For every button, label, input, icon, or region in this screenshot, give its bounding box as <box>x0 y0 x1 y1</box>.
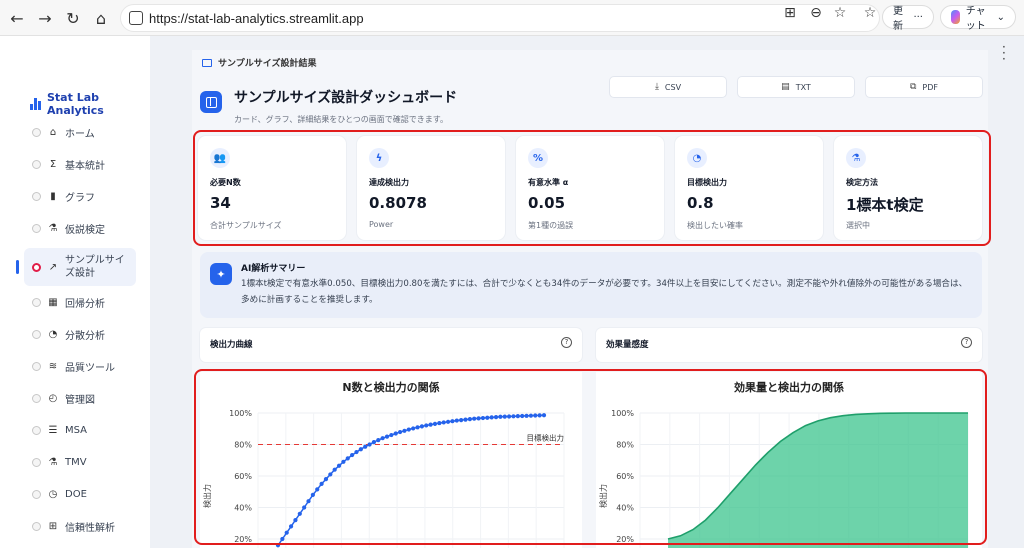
radio-icon <box>32 329 41 339</box>
favorite-star-icon[interactable]: ☆ <box>830 5 850 23</box>
copy-icon: ⧉ <box>909 82 917 92</box>
download-pdf-button[interactable]: ⧉ PDF <box>865 76 983 98</box>
address-bar[interactable]: https://stat-lab-analytics.streamlit.app <box>120 4 880 32</box>
sidebar-item-3[interactable]: ⚗ 仮説検定 <box>24 220 136 236</box>
sliders-icon: ☰ <box>48 424 58 436</box>
radio-icon <box>32 521 41 531</box>
sidebar-item-11[interactable]: ◷ DOE <box>24 486 136 502</box>
radio-icon <box>32 191 41 201</box>
dashboard-icon <box>200 91 222 113</box>
highlight-box-charts <box>194 369 987 545</box>
flask-icon: ⚗ <box>48 222 58 234</box>
radio-icon <box>32 425 41 435</box>
split-view-icon[interactable]: ⊞ <box>780 5 800 23</box>
copilot-chat-button[interactable]: チャット ⌄ <box>940 5 1016 32</box>
grid-icon: ▦ <box>48 296 58 308</box>
sidebar-item-4[interactable]: ↗ サンプルサイズ設計 <box>24 248 136 286</box>
radio-icon <box>32 297 41 307</box>
gauge-icon: ◔ <box>48 328 58 340</box>
download-icon: ⤓ <box>654 82 659 92</box>
home-browser-icon[interactable]: ⌂ <box>90 7 112 29</box>
copilot-icon <box>951 10 960 24</box>
ai-summary-text: 1標本t検定で有意水準0.050、目標検出力0.80を満たすには、合計で少なくと… <box>241 279 965 305</box>
section-tab: サンプルサイズ設計結果 <box>202 56 316 69</box>
download-txt-button[interactable]: ▤ TXT <box>737 76 855 98</box>
sidebar-item-9[interactable]: ☰ MSA <box>24 422 136 438</box>
highlight-box-metrics <box>193 130 991 246</box>
browser-toolbar: ← → ↻ ⌂ https://stat-lab-analytics.strea… <box>0 0 1024 36</box>
brand: Stat Lab Analytics <box>30 91 150 117</box>
radio-icon <box>32 393 41 403</box>
sidebar-item-0[interactable]: ⌂ ホーム <box>24 124 136 140</box>
radio-icon <box>32 262 41 272</box>
effect-size-tab[interactable]: 効果量感度 ? <box>596 328 982 362</box>
more-options-icon[interactable]: · · · <box>1002 41 1006 65</box>
ai-summary-title: AI解析サマリー <box>241 264 306 274</box>
ai-sparkle-icon: ✦ <box>210 263 232 285</box>
page-title: サンプルサイズ設計ダッシュボード <box>234 90 458 106</box>
page-subtitle: カード、グラフ、詳細結果をひとつの画面で確認できます。 <box>234 115 448 124</box>
quality-chart-icon: ≋ <box>48 360 58 372</box>
clock-icon: ◷ <box>48 488 58 500</box>
bar-chart-logo-icon <box>30 98 41 110</box>
forward-arrow-icon[interactable]: → <box>34 7 56 29</box>
radio-icon <box>32 489 41 499</box>
sidebar: Stat Lab Analytics ⌂ ホーム Σ 基本統計 ▮ グラフ ⚗ 仮説検定 ↗ サン… <box>0 36 150 548</box>
sidebar-item-12[interactable]: ⊞ 信頼性解析 <box>24 518 136 534</box>
sidebar-item-6[interactable]: ◔ 分散分析 <box>24 326 136 342</box>
sigma-icon: Σ <box>49 158 57 170</box>
beaker-icon: ⚗ <box>48 456 58 468</box>
help-icon[interactable]: ? <box>561 337 572 348</box>
sidebar-item-1[interactable]: Σ 基本統計 <box>24 156 136 172</box>
radio-icon <box>32 127 41 137</box>
control-chart-icon: ◴ <box>48 392 58 404</box>
bar-chart-icon: ▮ <box>50 190 56 202</box>
home-icon: ⌂ <box>49 126 57 138</box>
url-text: https://stat-lab-analytics.streamlit.app <box>149 11 364 26</box>
lock-icon <box>129 11 143 25</box>
sidebar-item-8[interactable]: ◴ 管理図 <box>24 390 136 406</box>
favorites-list-icon[interactable]: ☆ <box>860 5 880 23</box>
sidebar-item-2[interactable]: ▮ グラフ <box>24 188 136 204</box>
power-curve-tab[interactable]: 検出力曲線 ? <box>200 328 582 362</box>
monitor-icon <box>202 58 212 67</box>
back-arrow-icon[interactable]: ← <box>6 7 28 29</box>
file-icon: ▤ <box>781 82 790 92</box>
reload-icon[interactable]: ↻ <box>62 7 84 29</box>
reliability-icon: ⊞ <box>48 520 58 532</box>
update-button[interactable]: 更新 ··· <box>882 5 934 32</box>
radio-icon <box>32 223 41 233</box>
radio-icon <box>32 457 41 467</box>
sidebar-item-7[interactable]: ≋ 品質ツール <box>24 358 136 374</box>
chevron-down-icon: ⌄ <box>996 11 1005 23</box>
trend-icon: ↗ <box>48 261 58 273</box>
zoom-icon[interactable]: ⊖ <box>806 5 826 23</box>
download-csv-button[interactable]: ⤓ CSV <box>609 76 727 98</box>
sidebar-item-10[interactable]: ⚗ TMV <box>24 454 136 470</box>
sidebar-item-5[interactable]: ▦ 回帰分析 <box>24 294 136 310</box>
active-indicator <box>16 260 19 274</box>
help-icon[interactable]: ? <box>961 337 972 348</box>
radio-icon <box>32 159 41 169</box>
radio-icon <box>32 361 41 371</box>
